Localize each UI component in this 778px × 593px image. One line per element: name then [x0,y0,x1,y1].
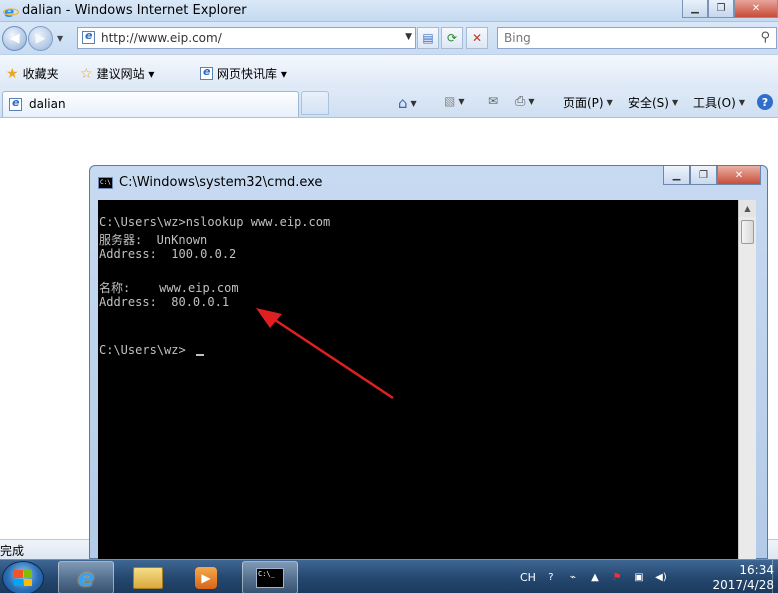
page-menu-label: 页面(P) [563,96,604,110]
page-icon [9,96,22,111]
taskbar-media-player-button[interactable]: ▶ [178,561,234,593]
close-button[interactable]: ✕ [734,0,778,18]
taskbar-explorer-button[interactable] [120,561,176,593]
rss-icon: ▧ [444,94,456,108]
search-placeholder: Bing [504,31,531,45]
read-mail-button[interactable]: ✉ [488,94,498,108]
feeds-button[interactable]: ▧ ▼ [444,94,465,108]
minimize-button[interactable]: ▁ [682,0,708,18]
console-output[interactable]: C:\Users\wz>nslookup www.eip.com 服务器: Un… [98,200,738,560]
start-button[interactable] [2,561,44,593]
volume-icon[interactable]: ◀) [654,570,668,584]
search-input[interactable]: Bing ⚲ [497,27,777,49]
help-button[interactable]: ? [757,94,773,110]
help-icon: ? [757,94,773,110]
tab-title: dalian [29,97,66,111]
console-line: 服务器: UnKnown [99,233,208,247]
language-indicator[interactable]: CH [520,571,536,584]
web-slice-gallery-link[interactable]: 网页快讯库 ▾ [200,65,287,82]
address-dropdown-icon[interactable]: ▼ [405,32,412,42]
refresh-button[interactable]: ⟳ [441,27,463,49]
console-cursor [196,354,204,356]
favorites-label: 收藏夹 [22,67,59,81]
system-tray: CH ? ⌁ ▲ ⚑ ▣ ◀) [520,560,668,593]
favorites-bar: ★ 收藏夹 ☆ 建议网站 ▾ 网页快讯库 ▾ [0,54,778,88]
forward-button[interactable]: ▶ [28,26,53,51]
compat-icon: ▤ [422,31,434,45]
page-icon [82,29,96,45]
home-button[interactable]: ⌂ ▼ [398,94,417,112]
maximize-button[interactable]: ❐ [708,0,734,18]
new-tab-button[interactable] [301,91,329,115]
console-line: 名称: www.eip.com [99,281,239,295]
cmd-minimize-button[interactable]: ▁ [663,166,690,185]
ie-logo-icon: e [3,3,19,19]
help-tray-icon[interactable]: ? [544,570,558,584]
media-player-icon: ▶ [195,566,217,589]
cmd-title-bar[interactable]: C:\ C:\Windows\system32\cmd.exe ▁ ❐ ✕ [90,166,767,200]
taskbar: e ▶ C:\_ CH ? ⌁ ▲ ⚑ ▣ ◀) 16:34 2017/4/28 [0,559,778,593]
safety-menu[interactable]: 安全(S) ▼ [628,94,678,111]
web-slice-label: 网页快讯库 ▾ [217,67,287,81]
safety-menu-label: 安全(S) [628,96,669,110]
tools-menu[interactable]: 工具(O) ▼ [693,94,745,111]
suggested-sites-label: 建议网站 ▾ [96,67,155,81]
cmd-window[interactable]: C:\ C:\Windows\system32\cmd.exe ▁ ❐ ✕ C:… [89,165,768,560]
star-icon: ★ [6,65,19,82]
tools-menu-label: 工具(O) [693,96,736,110]
history-dropdown-icon[interactable]: ▼ [57,34,63,43]
printer-icon: ⎙ [515,94,526,109]
tab-dalian[interactable]: dalian [2,91,299,117]
folder-icon [133,566,163,589]
console-line: Address: 80.0.0.1 [99,295,230,309]
window-title: dalian - Windows Internet Explorer [22,3,247,18]
cmd-icon: C:\ [98,177,113,189]
clock-time: 16:34 [739,563,774,577]
tab-bar: dalian ⌂▼ ▧▼ ✉ ⎙▼ 页面(P)▼ 安全(S)▼ 工具(O)▼ ? [0,88,778,118]
status-text: 完成 [0,544,25,558]
svg-text:e: e [4,3,14,19]
console-line: C:\Users\wz>nslookup www.eip.com [99,215,331,229]
stop-icon: ✕ [471,31,483,45]
input-method-icon[interactable]: ⌁ [566,570,580,584]
scroll-up-icon[interactable]: ▲ [739,200,756,217]
cmd-close-button[interactable]: ✕ [717,166,761,185]
ie-icon: e [77,563,95,592]
home-icon: ⌂ [398,94,408,112]
network-icon[interactable]: ▣ [632,570,646,584]
ie-title-bar: e dalian - Windows Internet Explorer ▁ ❐… [0,0,778,22]
console-line: Address: 100.0.0.2 [99,247,237,261]
page-icon [200,65,213,80]
forward-arrow-icon: ▶ [35,31,46,46]
taskbar-ie-button[interactable]: e [58,561,114,593]
clock-date: 2017/4/28 [712,578,774,592]
console-prompt: C:\Users\wz> [99,343,186,357]
add-favorite-icon: ☆ [80,65,93,82]
search-icon[interactable]: ⚲ [760,30,770,45]
stop-button[interactable]: ✕ [466,27,488,49]
page-menu[interactable]: 页面(P) ▼ [563,94,613,111]
print-button[interactable]: ⎙ ▼ [515,94,535,109]
navigation-bar: ◀ ▶ ▼ http://www.eip.com/ ▼ ▤ ⟳ ✕ Bing ⚲ [0,22,778,54]
refresh-icon: ⟳ [446,31,458,45]
action-center-flag-icon[interactable]: ⚑ [610,570,624,584]
address-text: http://www.eip.com/ [101,31,222,45]
cmd-window-title: C:\Windows\system32\cmd.exe [119,175,323,190]
show-hidden-icons[interactable]: ▲ [588,570,602,584]
back-button[interactable]: ◀ [2,26,27,51]
taskbar-cmd-button[interactable]: C:\_ [242,561,298,593]
address-bar[interactable]: http://www.eip.com/ ▼ [77,27,416,49]
windows-logo-icon [14,570,32,586]
cmd-maximize-button[interactable]: ❐ [690,166,717,185]
clock[interactable]: 16:34 2017/4/28 [706,563,774,593]
mail-icon: ✉ [488,94,499,108]
favorites-button[interactable]: ★ 收藏夹 [6,65,59,82]
suggested-sites-link[interactable]: ☆ 建议网站 ▾ [80,65,154,82]
back-arrow-icon: ◀ [9,31,20,46]
cmd-scrollbar[interactable]: ▲ [738,200,756,560]
cmd-icon: C:\_ [256,567,284,588]
show-desktop-button[interactable] [772,560,778,593]
scrollbar-thumb[interactable] [741,220,754,244]
compatibility-view-button[interactable]: ▤ [417,27,439,49]
